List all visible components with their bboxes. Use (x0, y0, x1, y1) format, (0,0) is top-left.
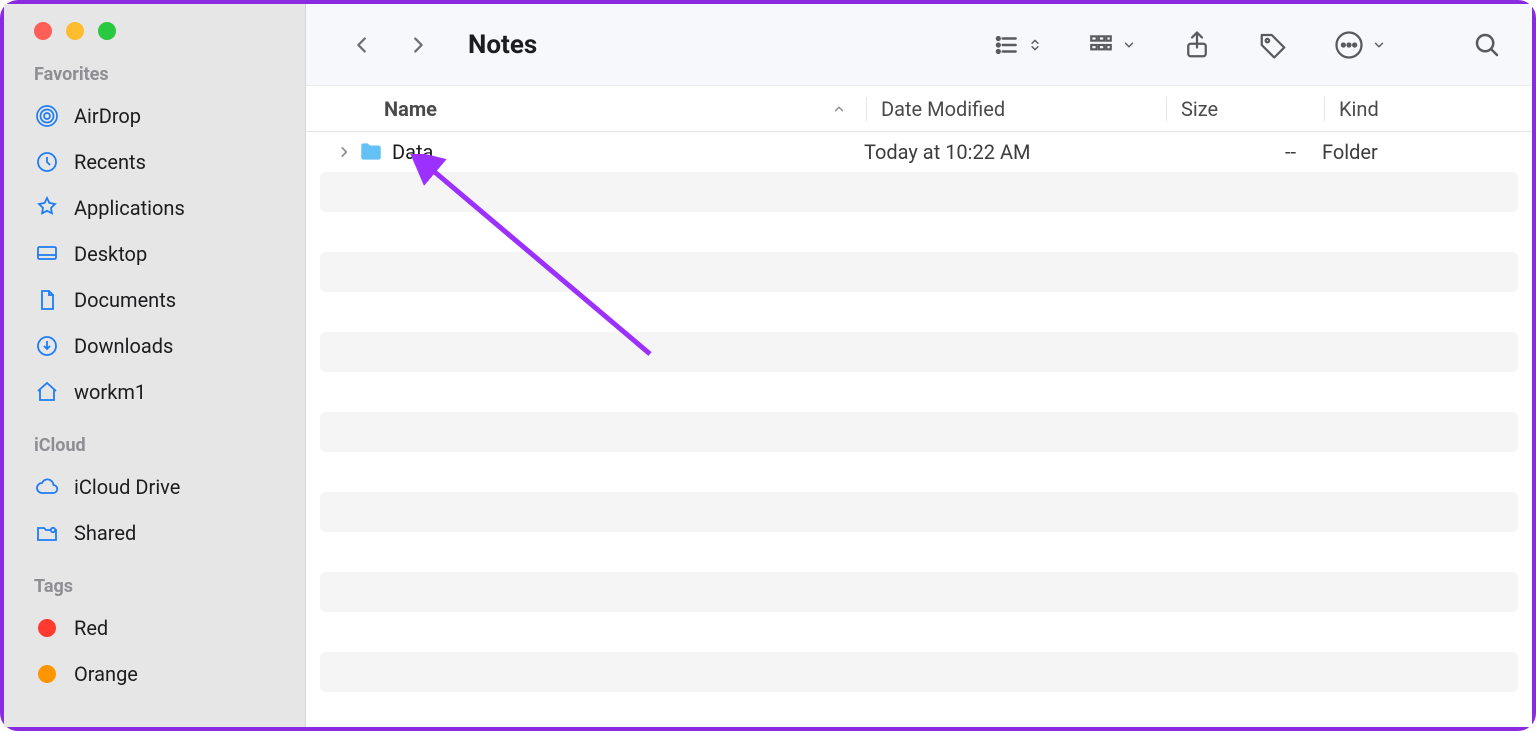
sidebar-item-label: Red (74, 613, 108, 643)
back-button[interactable] (346, 29, 378, 61)
empty-row (320, 172, 1518, 212)
sidebar-item-label: Downloads (74, 331, 173, 361)
minimize-window-button[interactable] (66, 22, 84, 40)
column-header-name[interactable]: Name (306, 97, 866, 121)
downloads-icon (34, 333, 60, 359)
column-label: Date Modified (881, 97, 1005, 121)
icloud-icon (34, 474, 60, 500)
airdrop-icon (34, 103, 60, 129)
share-button[interactable] (1182, 30, 1212, 60)
window-controls (4, 18, 305, 64)
sidebar-item-documents[interactable]: Documents (4, 277, 305, 323)
search-button[interactable] (1472, 30, 1502, 60)
sidebar-item-recents[interactable]: Recents (4, 139, 305, 185)
file-name: Data (392, 140, 864, 164)
actions-button[interactable] (1334, 30, 1386, 60)
sidebar-item-downloads[interactable]: Downloads (4, 323, 305, 369)
maximize-window-button[interactable] (98, 22, 116, 40)
sidebar-item-label: workm1 (74, 377, 146, 407)
tag-icon (1258, 30, 1288, 60)
empty-row (320, 612, 1518, 652)
sidebar-heading-icloud: iCloud (4, 435, 305, 464)
window-title: Notes (468, 30, 537, 60)
empty-row (320, 252, 1518, 292)
empty-row (320, 652, 1518, 692)
empty-row (320, 412, 1518, 452)
empty-row (320, 212, 1518, 252)
column-header-date[interactable]: Date Modified (866, 97, 1166, 121)
sidebar-item-icloud-drive[interactable]: iCloud Drive (4, 464, 305, 510)
column-label: Kind (1339, 97, 1379, 121)
sidebar-item-shared[interactable]: Shared (4, 510, 305, 556)
file-size: -- (1164, 140, 1322, 164)
sidebar-item-label: Shared (74, 518, 136, 548)
file-kind: Folder (1322, 140, 1518, 164)
empty-row (320, 452, 1518, 492)
toolbar: Notes (306, 4, 1532, 86)
sort-caret-icon (832, 97, 846, 121)
forward-button[interactable] (402, 29, 434, 61)
home-icon (34, 379, 60, 405)
main-area: Notes (306, 4, 1532, 727)
sidebar-item-applications[interactable]: Applications (4, 185, 305, 231)
chevron-down-icon (1372, 38, 1386, 52)
sidebar-item-label: Desktop (74, 239, 147, 269)
search-icon (1472, 30, 1502, 60)
close-window-button[interactable] (34, 22, 52, 40)
group-by-button[interactable] (1088, 32, 1136, 58)
column-label: Name (384, 97, 437, 121)
view-mode-list[interactable] (994, 32, 1042, 58)
desktop-icon (34, 241, 60, 267)
sidebar-item-label: Documents (74, 285, 176, 315)
recents-icon (34, 149, 60, 175)
documents-icon (34, 287, 60, 313)
shared-folder-icon (34, 520, 60, 546)
column-header-kind[interactable]: Kind (1324, 97, 1532, 121)
empty-row (320, 332, 1518, 372)
list-view-icon (994, 32, 1020, 58)
tag-dot-orange-icon (34, 661, 60, 687)
empty-row (320, 492, 1518, 532)
file-list[interactable]: Data Today at 10:22 AM -- Folder (306, 132, 1532, 727)
sidebar-heading-favorites: Favorites (4, 64, 305, 93)
sidebar: Favorites AirDrop Recents Applications D… (4, 4, 306, 727)
empty-row (320, 572, 1518, 612)
file-row[interactable]: Data Today at 10:22 AM -- Folder (320, 132, 1518, 172)
disclosure-triangle[interactable] (332, 145, 356, 159)
empty-row (320, 292, 1518, 332)
empty-row (320, 372, 1518, 412)
sidebar-heading-tags: Tags (4, 576, 305, 605)
sidebar-item-airdrop[interactable]: AirDrop (4, 93, 305, 139)
more-icon (1334, 30, 1364, 60)
empty-row (320, 532, 1518, 572)
column-header-row: Name Date Modified Size Kind (306, 86, 1532, 132)
sidebar-item-label: AirDrop (74, 101, 141, 131)
group-icon (1088, 32, 1114, 58)
share-icon (1182, 30, 1212, 60)
folder-icon (358, 139, 384, 165)
sidebar-item-label: Recents (74, 147, 146, 177)
sidebar-item-label: Applications (74, 193, 185, 223)
sidebar-item-tag-orange[interactable]: Orange (4, 651, 305, 697)
sidebar-item-label: iCloud Drive (74, 472, 180, 502)
file-date: Today at 10:22 AM (864, 140, 1164, 164)
chevron-down-icon (1122, 38, 1136, 52)
applications-icon (34, 195, 60, 221)
sidebar-item-tag-red[interactable]: Red (4, 605, 305, 651)
tags-button[interactable] (1258, 30, 1288, 60)
sidebar-item-home[interactable]: workm1 (4, 369, 305, 415)
column-header-size[interactable]: Size (1166, 97, 1324, 121)
updown-icon (1028, 38, 1042, 52)
sidebar-item-label: Orange (74, 659, 138, 689)
sidebar-item-desktop[interactable]: Desktop (4, 231, 305, 277)
tag-dot-red-icon (34, 615, 60, 641)
column-label: Size (1181, 97, 1218, 121)
